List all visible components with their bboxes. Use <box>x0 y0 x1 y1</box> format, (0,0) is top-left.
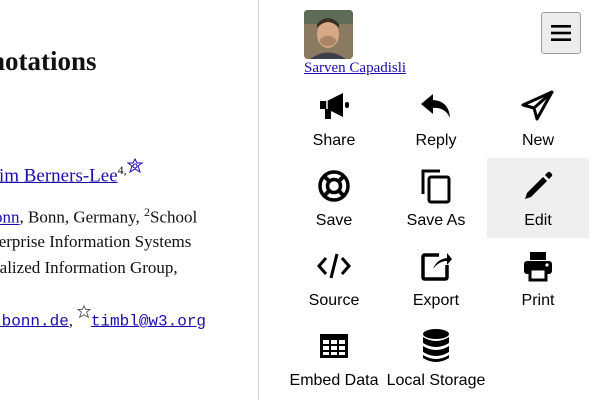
life-ring-icon <box>317 168 351 204</box>
author-link[interactable]: Tim Berners-Lee <box>0 165 118 186</box>
source-label: Source <box>308 292 360 309</box>
menu-toggle-button[interactable] <box>541 12 581 54</box>
share-label: Share <box>312 132 356 149</box>
export-label: Export <box>412 292 460 309</box>
author-sup: 4, <box>117 163 127 177</box>
local-storage-label: Local Storage <box>386 372 486 389</box>
save-as-button[interactable]: Save As <box>385 158 487 238</box>
document-menu-panel: Sarven Capadisli Share Reply New Save Sa… <box>258 0 600 400</box>
embed-data-label: Embed Data <box>289 372 379 389</box>
authors-line: Tim Berners-Lee4, <box>0 157 144 187</box>
affiliation-line-1: onn, Bonn, Germany, 2School <box>0 205 197 228</box>
w3c-seal-icon <box>126 157 144 180</box>
w3c-seal-icon <box>76 304 92 324</box>
new-label: New <box>521 132 554 149</box>
table-icon <box>318 328 350 364</box>
document-title: , annotations ons <box>0 44 258 114</box>
reply-label: Reply <box>415 132 457 149</box>
email-link-1[interactable]: -bonn.de <box>0 312 69 330</box>
share-button[interactable]: Share <box>283 78 385 158</box>
affiliation-line-3: ralized Information Group, <box>0 258 178 277</box>
reply-button[interactable]: Reply <box>385 78 487 158</box>
avatar[interactable] <box>304 10 353 59</box>
source-button[interactable]: Source <box>283 238 385 318</box>
edit-button[interactable]: Edit <box>487 158 589 238</box>
print-icon <box>521 248 555 284</box>
affiliation-line-2: terprise Information Systems <box>0 232 192 251</box>
new-button[interactable]: New <box>487 78 589 158</box>
print-label: Print <box>521 292 555 309</box>
edit-label: Edit <box>524 212 552 229</box>
external-link-icon <box>419 248 453 284</box>
affiliation-text-1: , Bonn, Germany, <box>19 207 144 227</box>
email-separator: , <box>68 312 77 330</box>
database-icon <box>421 328 451 364</box>
hamburger-icon <box>551 25 571 41</box>
save-as-label: Save As <box>406 212 466 229</box>
email-link-2[interactable]: timbl@w3.org <box>91 312 206 330</box>
embed-data-button[interactable]: Embed Data <box>283 318 385 398</box>
local-storage-button[interactable]: Local Storage <box>385 318 487 398</box>
code-icon <box>316 248 352 284</box>
bullhorn-icon <box>317 88 351 124</box>
emails-line: -bonn.de, timbl@w3.org <box>0 304 206 330</box>
copy-icon <box>419 168 453 204</box>
save-button[interactable]: Save <box>283 158 385 238</box>
user-name-link[interactable]: Sarven Capadisli <box>304 60 406 77</box>
title-line-2: ons <box>0 79 258 114</box>
print-button[interactable]: Print <box>487 238 589 318</box>
pencil-icon <box>522 168 554 204</box>
reply-icon <box>419 88 453 124</box>
document-area: , annotations ons Tim Berners-Lee4, onn,… <box>0 0 258 400</box>
affiliation-tail: School <box>150 207 198 227</box>
export-button[interactable]: Export <box>385 238 487 318</box>
title-line-1: , annotations <box>0 46 97 76</box>
affiliation-link[interactable]: onn <box>0 208 20 227</box>
paper-plane-icon <box>521 88 555 124</box>
save-label: Save <box>315 212 353 229</box>
